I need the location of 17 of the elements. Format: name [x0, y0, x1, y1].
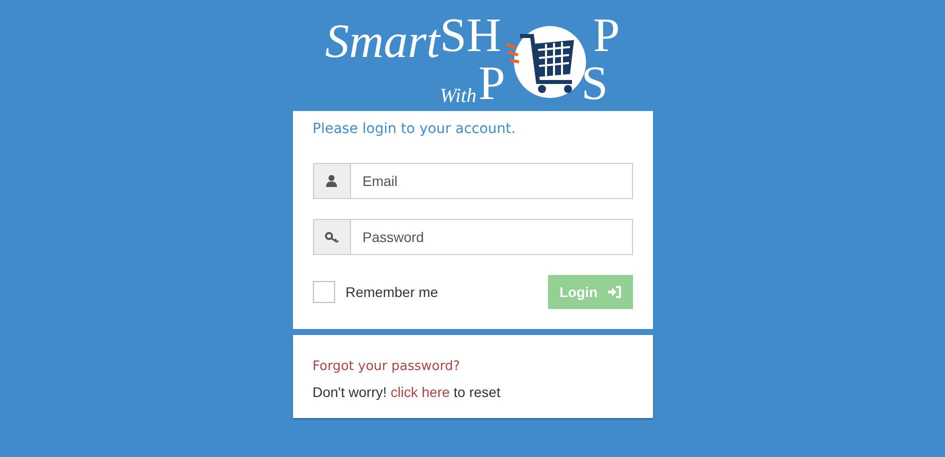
reset-text: Don't worry! click here to reset: [312, 384, 502, 400]
remember-label: Remember me: [346, 284, 438, 300]
logo-text: Smart: [325, 18, 440, 66]
logo-text: P: [593, 12, 620, 60]
logo-text: P: [478, 60, 506, 108]
remember-checkbox[interactable]: [312, 281, 334, 303]
input-group[interactable]: Email: [312, 163, 632, 199]
logo-text: S: [581, 60, 608, 108]
login-heading: Please login to your account.: [312, 121, 517, 137]
sign-in-icon: [608, 286, 621, 298]
user-icon: [326, 175, 337, 187]
key-icon: [324, 232, 338, 242]
reset-link[interactable]: click here: [390, 384, 450, 400]
forgot-heading: Forgot your password?: [312, 359, 462, 374]
input-group[interactable]: Password: [312, 219, 632, 255]
logo-text: With: [440, 85, 476, 108]
logo-text: SH: [440, 12, 502, 60]
